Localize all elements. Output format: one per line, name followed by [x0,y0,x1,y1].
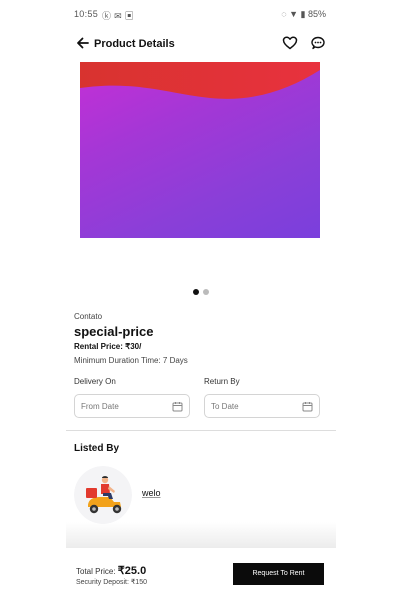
return-by-label: Return By [204,377,240,386]
app-screen: 10:55 ⓚ ✉ ▣ ◌ ▼ ▮ 85% Product Details Co… [66,0,336,600]
status-bar: 10:55 ⓚ ✉ ▣ ◌ ▼ ▮ 85% [66,0,336,26]
product-image[interactable] [80,62,320,238]
product-category: Contato [74,312,103,321]
section-divider [66,430,336,431]
owner-avatar[interactable] [74,466,132,524]
product-image-graphic [80,62,320,99]
minimum-duration: Minimum Duration Time: 7 Days [74,356,188,365]
delivery-scooter-illustration [74,466,132,524]
from-date-input[interactable] [81,399,161,414]
total-price-label: Total Price: [76,567,118,576]
chat-icon[interactable] [310,35,326,51]
carousel-dot[interactable] [203,289,209,295]
total-price-value: ₹25.0 [117,565,147,577]
delivery-on-label: Delivery On [74,377,116,386]
to-date-field[interactable] [204,394,320,418]
total-price: Total Price: ₹25.0 [76,564,146,577]
owner-name-link[interactable]: welo [142,488,161,498]
product-name: special-price [74,324,154,339]
status-system-icons: ◌ ▼ ▮ 85% [281,9,326,19]
listed-by-heading: Listed By [74,443,120,454]
scroll-fade [66,522,336,548]
app-bar: Product Details [66,34,336,56]
to-date-input[interactable] [211,399,291,414]
page-title: Product Details [94,38,175,50]
back-arrow-icon[interactable] [76,36,90,50]
status-notification-icons: ⓚ ✉ ▣ [102,11,135,21]
calendar-icon[interactable] [172,401,183,412]
from-date-field[interactable] [74,394,190,418]
rental-price: Rental Price: ₹30/ [74,342,142,351]
carousel-dot-active[interactable] [193,289,199,295]
security-deposit: Security Deposit: ₹150 [76,579,147,586]
carousel-indicator [66,282,336,295]
calendar-icon[interactable] [302,401,313,412]
bottom-bar: Total Price: ₹25.0 Security Deposit: ₹15… [66,548,336,600]
status-time: 10:55 [74,9,99,19]
request-to-rent-button[interactable]: Request To Rent [233,563,324,585]
heart-icon[interactable] [282,35,298,51]
